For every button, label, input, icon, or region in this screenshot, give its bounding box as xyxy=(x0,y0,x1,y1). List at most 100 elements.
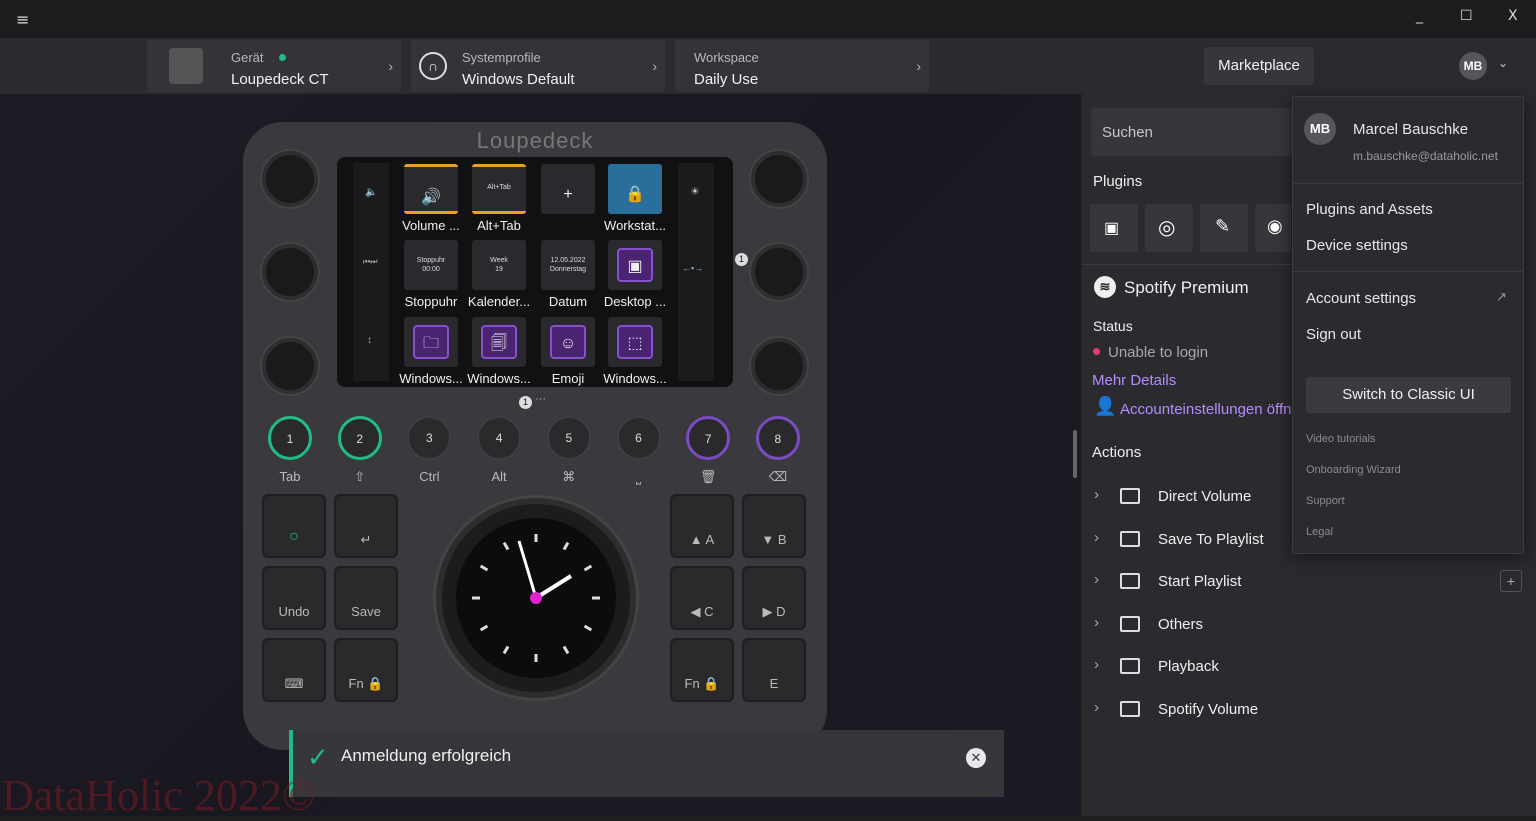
volume-icon: 🔈 xyxy=(365,187,378,198)
account-settings-link[interactable]: Accounteinstellungen öffn xyxy=(1120,401,1292,418)
touch-tile[interactable]: Alt+Tab xyxy=(472,164,526,214)
knob-right-3[interactable] xyxy=(751,338,807,394)
close-icon[interactable]: ✕ xyxy=(966,748,986,768)
switch-classic-ui-button[interactable]: Switch to Classic UI xyxy=(1306,377,1511,413)
round-button-4[interactable]: 4 xyxy=(477,416,522,460)
round-button-7[interactable]: 7 xyxy=(686,416,731,460)
keypad-key[interactable]: Fn 🔒 xyxy=(670,638,734,702)
touch-tile[interactable]: Stoppuhr 00:00 xyxy=(404,240,458,290)
touch-tile[interactable]: ⬚ xyxy=(608,317,662,367)
action-folder-item[interactable]: › Start Playlist xyxy=(1094,571,1284,601)
plugin-wand-icon[interactable]: ✎ xyxy=(1200,204,1248,252)
round-button-6[interactable]: 6 xyxy=(616,416,661,460)
search-input[interactable]: Suchen xyxy=(1091,108,1311,156)
chevron-right-icon: › xyxy=(652,58,657,74)
keypad-key[interactable]: Fn 🔒 xyxy=(334,638,398,702)
action-folder-item[interactable]: › Save To Playlist xyxy=(1094,529,1284,559)
action-folder-item[interactable]: › Playback xyxy=(1094,656,1284,686)
chevron-right-icon: › xyxy=(1094,656,1099,673)
knob-right-2[interactable] xyxy=(751,244,807,300)
round-button-1[interactable]: 1 xyxy=(268,416,312,460)
touch-tile[interactable]: 🔊 xyxy=(404,164,458,214)
round-button-label: ⌫ xyxy=(768,469,788,484)
plugin-os-icon[interactable]: ▣ xyxy=(1090,204,1138,252)
round-button-8[interactable]: 8 xyxy=(755,416,800,460)
workspace-selector[interactable]: Workspace Daily Use › xyxy=(675,40,929,92)
tile-small-text: Stoppuhr 00:00 xyxy=(416,257,446,273)
menu-device-settings[interactable]: Device settings xyxy=(1306,237,1408,254)
key-label: ▲ A xyxy=(689,532,715,547)
page-badge[interactable]: 1 xyxy=(519,396,532,409)
keypad-key[interactable]: ▶ D xyxy=(742,566,806,630)
snip-icon: ⬚ xyxy=(617,325,653,359)
chevron-down-icon[interactable]: ⌄ xyxy=(1498,56,1508,70)
support-link[interactable]: Support xyxy=(1306,495,1345,507)
keypad-key[interactable]: Undo xyxy=(262,566,326,630)
plugin-title: Spotify Premium xyxy=(1124,278,1249,297)
touch-tile[interactable]: 🗀 xyxy=(404,317,458,367)
knob-left-2[interactable] xyxy=(262,244,318,300)
menu-sign-out[interactable]: Sign out xyxy=(1306,326,1361,343)
clock-face xyxy=(456,518,616,678)
keypad-key[interactable]: ↵ xyxy=(334,494,398,558)
media-icon: ⏮⏭ xyxy=(363,257,378,266)
menu-plugins-assets[interactable]: Plugins and Assets xyxy=(1306,201,1433,218)
menu-account-settings[interactable]: Account settings xyxy=(1306,290,1416,307)
keypad-key[interactable]: ◀ C xyxy=(670,566,734,630)
keypad-key[interactable]: ⌨ xyxy=(262,638,326,702)
account-menu: MB Marcel Bauschke m.bauschke@dataholic.… xyxy=(1292,96,1524,554)
keypad-key[interactable]: E xyxy=(742,638,806,702)
round-button-2[interactable]: 2 xyxy=(337,416,382,460)
touch-tile[interactable]: + xyxy=(541,164,595,214)
right-strip[interactable]: ☀ ←▪→ xyxy=(678,163,714,381)
add-icon[interactable]: + xyxy=(1500,570,1522,592)
hamburger-menu-icon[interactable]: ≡ xyxy=(16,10,29,29)
knob-left-1[interactable] xyxy=(262,151,318,207)
more-pages-icon[interactable]: ··· xyxy=(535,393,546,405)
panel-resize-handle[interactable] xyxy=(1073,430,1077,478)
folder-icon xyxy=(1120,700,1140,717)
marketplace-button[interactable]: Marketplace xyxy=(1204,47,1314,85)
key-label: ↵ xyxy=(360,532,372,547)
profile-selector[interactable]: ∩ Systemprofile Windows Default › xyxy=(411,40,665,92)
action-folder-item[interactable]: › Direct Volume xyxy=(1094,486,1284,516)
knob-left-3[interactable] xyxy=(262,338,318,394)
jog-dial[interactable] xyxy=(436,498,636,698)
keypad-key[interactable]: Save xyxy=(334,566,398,630)
action-folder-item[interactable]: › Spotify Volume xyxy=(1094,699,1284,729)
maximize-button[interactable]: ☐ xyxy=(1460,8,1473,24)
keypad-key[interactable]: ▼ B xyxy=(742,494,806,558)
key-label: ▼ B xyxy=(761,532,787,547)
keypad-key[interactable]: ▲ A xyxy=(670,494,734,558)
touch-tile-label: Desktop ... xyxy=(603,294,667,309)
video-tutorials-link[interactable]: Video tutorials xyxy=(1306,433,1376,445)
avatar[interactable]: MB xyxy=(1459,52,1487,80)
plus-icon: + xyxy=(563,186,573,203)
onboarding-wizard-link[interactable]: Onboarding Wizard xyxy=(1306,464,1401,476)
touch-tile[interactable]: 🗐 xyxy=(472,317,526,367)
touch-tile[interactable]: Week 19 xyxy=(472,240,526,290)
round-button-5[interactable]: 5 xyxy=(546,416,591,460)
touch-tile[interactable]: 12.05.2022 Donnerstag xyxy=(541,240,595,290)
more-details-link[interactable]: Mehr Details xyxy=(1092,372,1176,389)
minimize-button[interactable]: _ xyxy=(1416,8,1423,24)
page-badge[interactable]: 1 xyxy=(735,253,748,266)
touch-tile[interactable]: ☺ xyxy=(541,317,595,367)
status-error-icon xyxy=(1093,348,1100,355)
knob-right-1[interactable] xyxy=(751,151,807,207)
device-selector[interactable]: Gerät Loupedeck CT › xyxy=(147,40,401,92)
key-label: Undo xyxy=(278,604,310,619)
touch-tile[interactable]: 🔒 xyxy=(608,164,662,214)
action-label: Direct Volume xyxy=(1158,488,1252,505)
legal-link[interactable]: Legal xyxy=(1306,526,1333,538)
folder-icon: 🗀 xyxy=(413,325,449,359)
plugin-obs-icon[interactable]: ◉ xyxy=(1255,204,1291,252)
close-button[interactable]: X xyxy=(1508,8,1518,24)
keypad-key[interactable]: ○ xyxy=(262,494,326,558)
touch-tile[interactable]: ▣ xyxy=(608,240,662,290)
action-folder-item[interactable]: › Others xyxy=(1094,614,1284,644)
left-strip[interactable]: 🔈 ⏮⏭ ↕ xyxy=(353,163,389,381)
plugin-compass-icon[interactable]: ◎ xyxy=(1145,204,1193,252)
action-label: Others xyxy=(1158,615,1204,633)
chevron-right-icon: › xyxy=(1094,571,1099,588)
